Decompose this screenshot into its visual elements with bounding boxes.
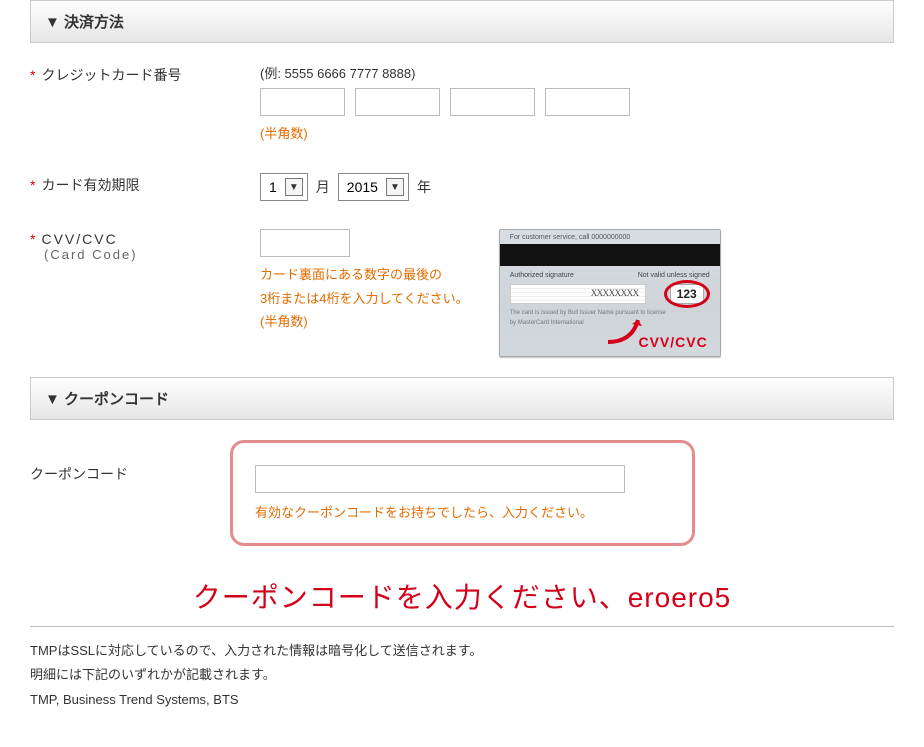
coupon-row: クーポンコード 有効なクーポンコードをお持ちでしたら、入力ください。 xyxy=(30,440,894,545)
exp-month-value: 1 xyxy=(269,179,277,195)
card-back-illustration: For customer service, call 0000000000 Au… xyxy=(499,229,721,357)
cc-number-label-text: クレジットカード番号 xyxy=(41,67,181,83)
cc-number-row: * クレジットカード番号 (例: 5555 6666 7777 8888) (半角… xyxy=(30,63,894,145)
exp-month-select[interactable]: 1 ▼ xyxy=(260,173,308,201)
expiration-row: * カード有効期限 1 ▼ 月 2015 ▼ 年 xyxy=(30,173,894,201)
exp-year-unit: 年 xyxy=(417,177,431,197)
required-mark: * xyxy=(30,177,35,193)
cvv-fields: カード裏面にある数字の最後の 3桁または4桁を入力してください。 (半角数) F… xyxy=(260,229,894,357)
cvv-left: カード裏面にある数字の最後の 3桁または4桁を入力してください。 (半角数) xyxy=(260,229,469,333)
cc-number-fields: (例: 5555 6666 7777 8888) (半角数) xyxy=(260,63,894,145)
cvv-hint: カード裏面にある数字の最後の 3桁または4桁を入力してください。 (半角数) xyxy=(260,263,469,333)
cc-example: (例: 5555 6666 7777 8888) xyxy=(260,63,894,82)
coupon-header: ▼ クーポンコード xyxy=(30,377,894,420)
coupon-hint: 有効なクーポンコードをお持ちでしたら、入力ください。 xyxy=(255,501,670,524)
cc-part-2-input[interactable] xyxy=(355,88,440,116)
payment-method-header: ▼ 決済方法 xyxy=(30,0,894,43)
cvv-label: * CVV/CVC (Card Code) xyxy=(30,229,260,262)
exp-year-select[interactable]: 2015 ▼ xyxy=(338,173,409,201)
footnote-line1: TMPはSSLに対応しているので、入力された情報は暗号化して送信されます。 xyxy=(30,639,894,664)
coupon-highlight-box: 有効なクーポンコードをお持ちでしたら、入力ください。 xyxy=(230,440,695,545)
chevron-down-icon: ▼ xyxy=(386,178,404,196)
coupon-instruction: クーポンコードを入力ください、eroero5 xyxy=(30,576,894,616)
footnote-line3: TMP, Business Trend Systems, BTS xyxy=(30,688,894,713)
cvv-label-text: CVV/CVC xyxy=(41,231,117,247)
cc-part-1-input[interactable] xyxy=(260,88,345,116)
exp-month-unit: 月 xyxy=(316,177,330,197)
cvv-hint-line2: 3桁または4桁を入力してください。 xyxy=(260,291,469,306)
cc-part-4-input[interactable] xyxy=(545,88,630,116)
expiration-label: * カード有効期限 xyxy=(30,173,260,195)
cc-input-group xyxy=(260,88,894,116)
chevron-down-icon: ▼ xyxy=(285,178,303,196)
payment-method-body: * クレジットカード番号 (例: 5555 6666 7777 8888) (半角… xyxy=(30,43,894,377)
cvv-row: * CVV/CVC (Card Code) カード裏面にある数字の最後の 3桁また… xyxy=(30,229,894,357)
cc-number-label: * クレジットカード番号 xyxy=(30,63,260,85)
divider xyxy=(30,626,894,627)
expiration-label-text: カード有効期限 xyxy=(41,177,139,193)
coupon-input[interactable] xyxy=(255,465,625,493)
signature-panel: XXXXXXXX xyxy=(510,284,646,304)
cc-part-3-input[interactable] xyxy=(450,88,535,116)
cvv-hint-line3: (半角数) xyxy=(260,314,308,329)
coupon-label: クーポンコード xyxy=(30,440,230,484)
magstripe xyxy=(500,244,720,266)
cvv-hint-line1: カード裏面にある数字の最後の xyxy=(260,267,442,282)
footnote-line2: 明細には下記のいずれかが記載されます。 xyxy=(30,663,894,688)
exp-year-value: 2015 xyxy=(347,179,378,195)
coupon-body: クーポンコード 有効なクーポンコードをお持ちでしたら、入力ください。 xyxy=(30,420,894,565)
cc-hint: (半角数) xyxy=(260,122,894,145)
footnotes: TMPはSSLに対応しているので、入力された情報は暗号化して送信されます。 明細… xyxy=(30,639,894,713)
cvv-sublabel: (Card Code) xyxy=(44,247,260,262)
cvv-input[interactable] xyxy=(260,229,350,257)
required-mark: * xyxy=(30,231,35,247)
required-mark: * xyxy=(30,67,35,83)
expiration-input-group: 1 ▼ 月 2015 ▼ 年 xyxy=(260,173,894,201)
expiration-fields: 1 ▼ 月 2015 ▼ 年 xyxy=(260,173,894,201)
cvv-illust-label: CVV/CVC xyxy=(638,334,707,350)
